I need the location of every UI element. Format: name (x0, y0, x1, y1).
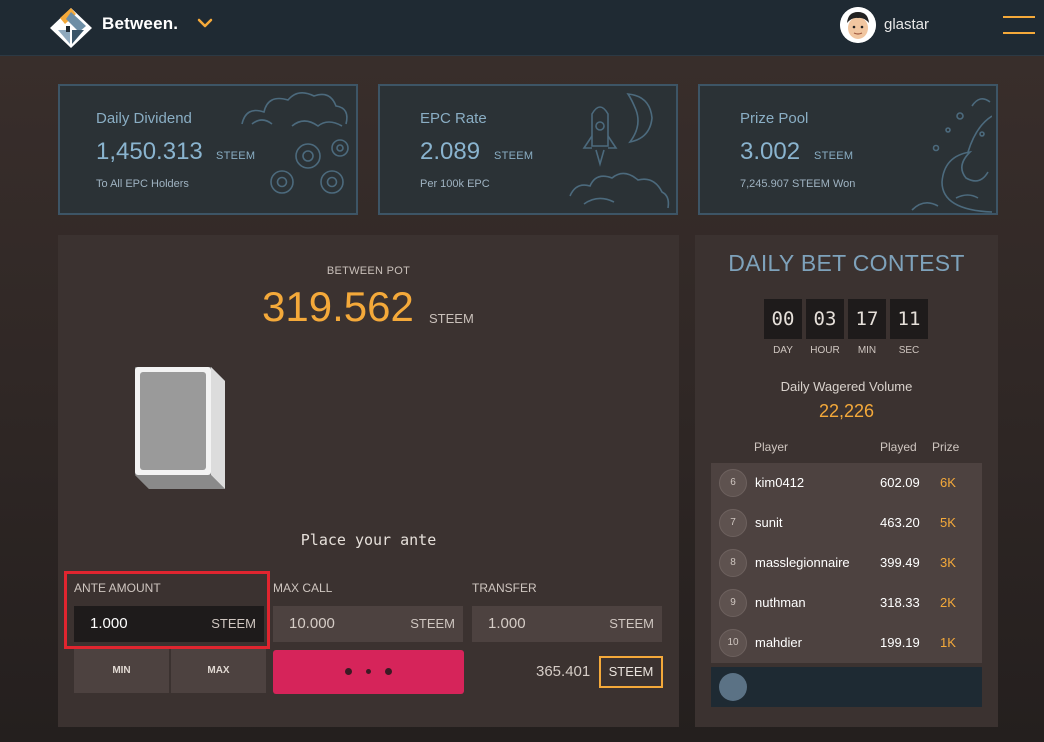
prize-amount: 3K (940, 555, 956, 570)
player-name: nuthman (755, 595, 806, 610)
rank-badge: 6 (719, 469, 747, 497)
chevron-down-icon[interactable] (196, 16, 214, 30)
timer-sec: 11 (890, 299, 928, 339)
loading-dot-icon (366, 669, 371, 674)
played-amount: 602.09 (880, 475, 920, 490)
brand-name[interactable]: Between. (102, 14, 178, 34)
transfer-unit: STEEM (609, 616, 654, 631)
contest-title: DAILY BET CONTEST (728, 250, 965, 276)
timer-hour-label: HOUR (810, 345, 840, 356)
card-back-icon (135, 367, 225, 489)
played-amount: 318.33 (880, 595, 920, 610)
pot-value: 319.562 (262, 283, 414, 330)
steem-currency-button[interactable]: STEEM (599, 656, 663, 688)
stat-unit: STEEM (494, 150, 534, 162)
stat-value: 2.089 (420, 138, 481, 165)
transfer-value: 1.000 (488, 615, 526, 632)
stat-card-daily-dividend: Daily Dividend 1,450.313 STEEM To All EP… (58, 84, 358, 215)
wave-illustration-icon (911, 98, 992, 213)
top-bar: Between. glastar (0, 0, 1044, 56)
column-player: Player (754, 440, 789, 454)
leaderboard-row[interactable]: 9 nuthman 318.33 2K (711, 583, 982, 623)
timer-day-label: DAY (773, 345, 793, 356)
timer-day: 00 (764, 299, 802, 339)
avatar[interactable] (840, 7, 876, 43)
stat-title: Prize Pool (740, 110, 809, 127)
prize-amount: 5K (940, 515, 956, 530)
stat-title: Daily Dividend (96, 110, 192, 127)
max-call-value: 10.000 (289, 615, 335, 632)
rank-badge: 7 (719, 509, 747, 537)
player-name: kim0412 (755, 475, 805, 490)
pot-label: BETWEEN POT (326, 265, 411, 277)
player-name: masslegionnaire (755, 555, 850, 570)
player-name: sunit (755, 515, 783, 530)
prize-amount: 1K (940, 635, 956, 650)
player-name: mahdier (755, 635, 802, 650)
leaderboard-row[interactable]: 6 kim0412 602.09 6K (711, 463, 982, 503)
clouds-coins-illustration-icon (241, 92, 349, 194)
leaderboard-row[interactable]: 7 sunit 463.20 5K (711, 503, 982, 543)
loading-dot-icon (385, 668, 392, 675)
timer-hour: 03 (806, 299, 844, 339)
rank-badge: 10 (719, 629, 747, 657)
prize-amount: 6K (940, 475, 956, 490)
max-call-label: MAX CALL (273, 581, 333, 595)
stat-card-prize-pool: Prize Pool 3.002 STEEM 7,245.907 STEEM W… (698, 84, 998, 215)
daily-bet-contest-panel: DAILY BET CONTEST 00 03 17 11 DAY HOUR M… (695, 235, 998, 727)
max-button[interactable]: MAX (171, 649, 266, 693)
played-amount: 199.19 (880, 635, 920, 650)
stat-value: 1,450.313 (96, 138, 203, 165)
stat-card-epc-rate: EPC Rate 2.089 STEEM Per 100k EPC (378, 84, 678, 215)
transfer-input[interactable]: 1.000 STEEM (472, 606, 662, 642)
max-call-input[interactable]: 10.000 STEEM (273, 606, 463, 642)
user-avatar-icon (840, 7, 876, 43)
game-panel: BETWEEN POT 319.562 STEEM Place your ant… (58, 235, 679, 727)
timer-min: 17 (848, 299, 886, 339)
stat-subtitle: To All EPC Holders (96, 178, 189, 190)
rank-badge: 8 (719, 549, 747, 577)
prize-amount: 2K (940, 595, 956, 610)
leaderboard-row[interactable]: 10 mahdier 199.19 1K (711, 623, 982, 663)
rocket-moon-illustration-icon (569, 93, 670, 209)
wagered-volume-value: 22,226 (818, 401, 875, 421)
user-avatar-placeholder-icon (719, 673, 747, 701)
played-amount: 463.20 (880, 515, 920, 530)
stat-unit: STEEM (814, 150, 854, 162)
between-logo-icon[interactable] (46, 6, 96, 50)
max-call-unit: STEEM (410, 616, 455, 631)
played-amount: 399.49 (880, 555, 920, 570)
min-button[interactable]: MIN (74, 649, 169, 693)
wallet-balance: 365.401 (536, 663, 591, 680)
stat-subtitle: 7,245.907 STEEM Won (740, 178, 856, 190)
username[interactable]: glastar (884, 16, 929, 33)
ante-message: Place your ante (300, 531, 437, 549)
transfer-label: TRANSFER (472, 581, 537, 595)
column-prize: Prize (932, 440, 960, 454)
timer-sec-label: SEC (898, 345, 920, 356)
place-ante-button[interactable] (273, 650, 464, 694)
stat-value: 3.002 (740, 138, 801, 165)
rank-badge: 9 (719, 589, 747, 617)
hamburger-menu-icon[interactable] (1003, 14, 1035, 36)
wagered-volume-label: Daily Wagered Volume (780, 379, 913, 394)
pot-unit: STEEM (429, 311, 474, 326)
current-user-row[interactable] (711, 667, 982, 707)
leaderboard-row[interactable]: 8 masslegionnaire 399.49 3K (711, 543, 982, 583)
timer-min-label: MIN (857, 345, 877, 356)
stat-title: EPC Rate (420, 110, 487, 127)
stat-subtitle: Per 100k EPC (420, 178, 490, 190)
loading-dot-icon (345, 668, 352, 675)
column-played: Played (880, 440, 917, 454)
ante-highlight-box (64, 571, 270, 649)
